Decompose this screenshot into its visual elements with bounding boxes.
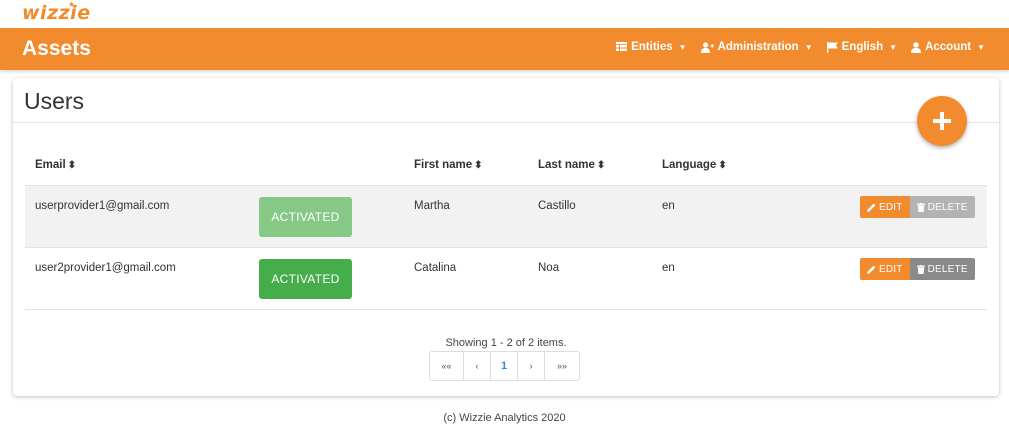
user-icon (911, 41, 922, 53)
wizzie-logo: wizzie (22, 2, 91, 24)
sort-icon: ⬍ (596, 160, 606, 171)
pencil-icon (867, 203, 876, 212)
divider (25, 309, 987, 310)
first-page-button[interactable]: «« (430, 352, 464, 380)
language-cell: en (662, 200, 675, 212)
page-title: Users (24, 88, 85, 114)
last-page-button[interactable]: »» (545, 352, 579, 380)
nav-administration-dropdown[interactable]: Administration ▼ (700, 41, 813, 53)
row-actions: EDIT DELETE (860, 196, 975, 218)
nav-menu: Entities ▼ Administration ▼ English ▼ Ac… (616, 41, 985, 53)
table-row: userprovider1@gmail.com ACTIVATED Martha… (25, 185, 987, 247)
caret-down-icon: ▼ (889, 42, 898, 52)
delete-button[interactable]: DELETE (909, 258, 975, 280)
users-panel: Users Email ⬍ First name ⬍ Last name ⬍ Lang… (13, 78, 999, 396)
trash-icon (916, 264, 925, 274)
delete-label: DELETE (927, 263, 968, 275)
flag-icon (826, 41, 838, 53)
column-header-first-name[interactable]: First name ⬍ (414, 159, 483, 171)
pagination-summary: Showing 1 - 2 of 2 items. (445, 337, 567, 349)
edit-label: EDIT (879, 263, 903, 275)
table-row: user2provider1@gmail.com ACTIVATED Catal… (25, 247, 987, 309)
add-user-button[interactable] (917, 96, 967, 146)
logo-star-icon: ★ (68, 0, 76, 9)
logo-bar: wizzie ★ (0, 0, 1009, 28)
nav-language-label: English (841, 41, 884, 53)
pagination: «« ‹ 1 › »» (429, 351, 580, 381)
caret-down-icon: ▼ (678, 42, 687, 52)
edit-label: EDIT (879, 201, 903, 213)
column-header-email[interactable]: Email ⬍ (35, 159, 76, 171)
header-label: Email (35, 159, 66, 171)
nav-language-dropdown[interactable]: English ▼ (826, 41, 898, 53)
column-header-language[interactable]: Language ⬍ (662, 159, 727, 171)
nav-entities-dropdown[interactable]: Entities ▼ (616, 41, 687, 53)
language-cell: en (662, 262, 675, 274)
header-label: Last name (538, 159, 595, 171)
delete-label: DELETE (927, 201, 968, 213)
trash-icon (916, 202, 925, 212)
nav-administration-label: Administration (717, 41, 799, 53)
column-header-last-name[interactable]: Last name ⬍ (538, 159, 605, 171)
first-name-cell: Martha (414, 200, 450, 212)
status-badge[interactable]: ACTIVATED (259, 197, 352, 237)
email-cell: userprovider1@gmail.com (35, 200, 170, 212)
table-icon (616, 42, 628, 51)
app-brand[interactable]: Assets (22, 37, 91, 61)
row-actions: EDIT DELETE (860, 258, 975, 280)
page-1-button[interactable]: 1 (491, 352, 518, 380)
nav-account-label: Account (925, 41, 972, 53)
caret-down-icon: ▼ (977, 42, 985, 52)
footer-copyright: (c) Wizzie Analytics 2020 (443, 412, 566, 424)
email-cell: user2provider1@gmail.com (35, 262, 176, 274)
divider (13, 122, 999, 123)
first-name-cell: Catalina (414, 262, 457, 274)
prev-page-button[interactable]: ‹ (464, 352, 491, 380)
sort-icon: ⬍ (67, 160, 77, 171)
header-label: First name (414, 159, 473, 171)
header-label: Language (662, 159, 717, 171)
user-plus-icon (700, 41, 714, 53)
top-navbar: Assets Entities ▼ Administration ▼ Engli… (0, 28, 1009, 70)
sort-icon: ⬍ (718, 160, 727, 171)
nav-entities-label: Entities (631, 41, 673, 53)
pencil-icon (867, 265, 876, 274)
last-name-cell: Noa (538, 262, 560, 274)
caret-down-icon: ▼ (804, 42, 813, 52)
plus-icon (933, 112, 951, 130)
nav-account-dropdown[interactable]: Account ▼ (911, 41, 985, 53)
delete-button[interactable]: DELETE (909, 196, 975, 218)
sort-icon: ⬍ (474, 160, 483, 171)
next-page-button[interactable]: › (518, 352, 545, 380)
status-badge[interactable]: ACTIVATED (259, 259, 352, 299)
last-name-cell: Castillo (538, 200, 576, 212)
edit-button[interactable]: EDIT (860, 258, 910, 280)
edit-button[interactable]: EDIT (860, 196, 910, 218)
